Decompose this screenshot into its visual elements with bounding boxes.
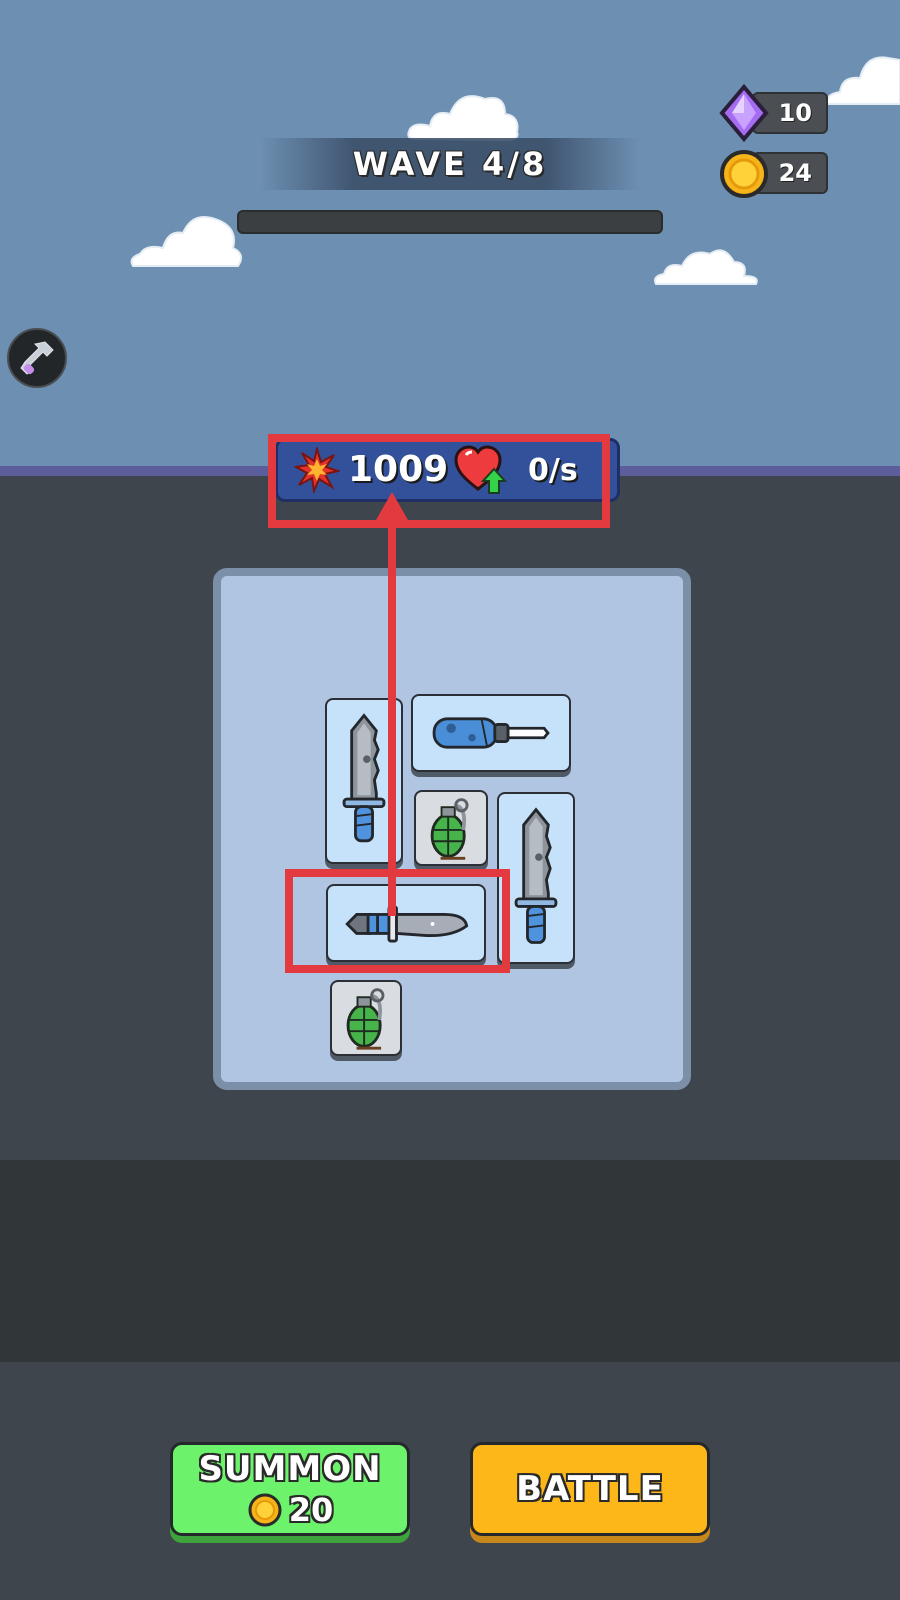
summon-cost: 20: [247, 1491, 334, 1529]
bottom-panel: [0, 1362, 900, 1600]
inventory-item-grenade[interactable]: [330, 980, 402, 1056]
battle-button[interactable]: BATTLE: [470, 1442, 710, 1536]
screwdriver-icon: [432, 717, 550, 749]
summon-label: SUMMON: [198, 1449, 382, 1489]
coin-count: 24: [778, 159, 812, 187]
wave-progress-bar: [237, 210, 663, 234]
wave-label: WAVE 4/8: [352, 145, 548, 183]
drag-arrow-icon: [376, 492, 408, 916]
summon-cost-value: 20: [288, 1491, 334, 1529]
grenade-icon: [430, 798, 469, 860]
cloud-icon: [826, 56, 900, 105]
summon-button[interactable]: SUMMON 20: [170, 1442, 410, 1536]
cloud-icon: [654, 249, 758, 285]
inventory-item-grenade[interactable]: [414, 790, 488, 866]
settings-tool-button[interactable]: [7, 328, 67, 388]
grenade-icon: [346, 988, 385, 1050]
coin-icon: [720, 150, 768, 198]
coin-icon: [248, 1493, 282, 1527]
wrench-icon: [20, 341, 54, 375]
battle-lane: [0, 1160, 900, 1362]
stats-highlight-box: [268, 434, 610, 528]
gem-icon: [719, 84, 769, 142]
cloud-icon: [407, 95, 519, 142]
inventory-item-screwdriver[interactable]: [411, 694, 571, 772]
combat-knife-icon: [514, 807, 558, 944]
wave-banner: WAVE 4/8: [260, 138, 640, 190]
cloud-icon: [130, 216, 243, 267]
gem-count: 10: [778, 99, 812, 127]
battle-label: BATTLE: [516, 1469, 664, 1509]
